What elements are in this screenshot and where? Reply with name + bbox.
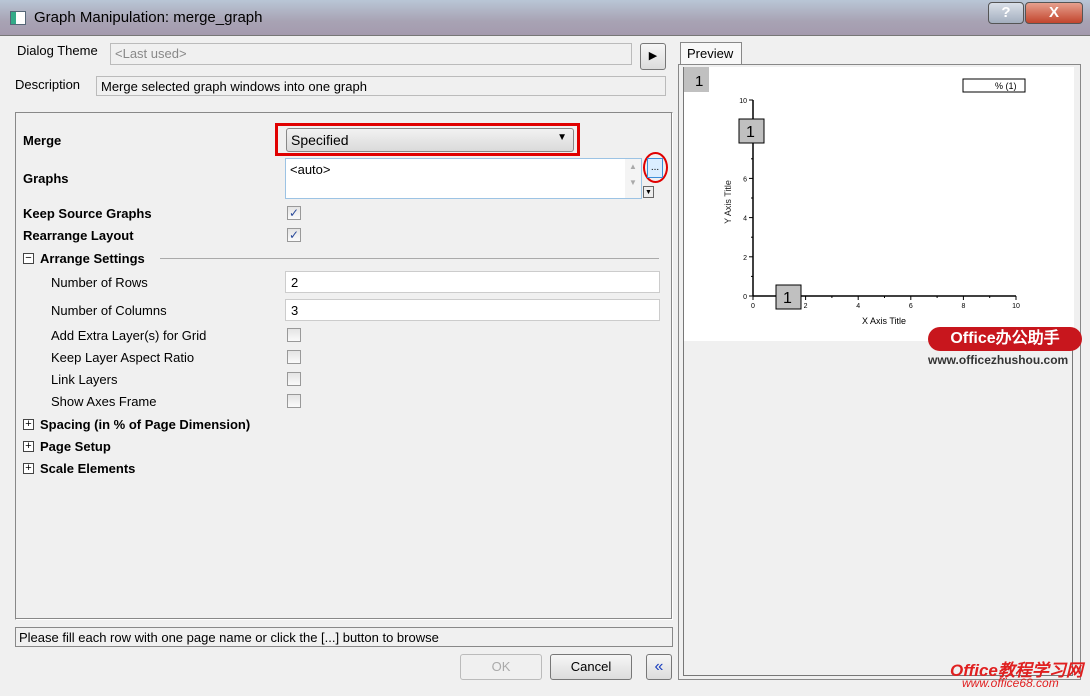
extra-layers-label: Add Extra Layer(s) for Grid xyxy=(51,328,207,343)
title-bar: Graph Manipulation: merge_graph ? X xyxy=(0,0,1090,36)
dialog-theme-input[interactable]: <Last used> xyxy=(110,43,632,65)
keep-source-label: Keep Source Graphs xyxy=(23,206,152,221)
page-setup-label[interactable]: Page Setup xyxy=(40,439,111,454)
merge-dropdown[interactable]: Specified ▼ xyxy=(286,128,574,152)
watermark-logo: Office办公助手 xyxy=(928,327,1082,351)
columns-label: Number of Columns xyxy=(51,303,167,318)
app-icon xyxy=(10,11,26,25)
watermark-url-2: www.office68.com xyxy=(962,676,1059,690)
rearrange-checkbox[interactable]: ✓ xyxy=(287,228,301,242)
x-tick-label: 6 xyxy=(909,303,913,310)
rows-label: Number of Rows xyxy=(51,275,148,290)
y-tick-label: 2 xyxy=(743,255,747,262)
status-bar: Please fill each row with one page name … xyxy=(15,627,673,647)
description-label: Description xyxy=(15,77,81,92)
rearrange-label: Rearrange Layout xyxy=(23,228,134,243)
cancel-button[interactable]: Cancel xyxy=(550,654,632,680)
y-tick-label: 10 xyxy=(739,98,747,105)
columns-input[interactable]: 3 xyxy=(285,299,660,321)
arrange-settings-label[interactable]: Arrange Settings xyxy=(40,251,145,266)
x-marker-label: 1 xyxy=(783,290,792,307)
collapse-icon[interactable]: − xyxy=(23,253,34,264)
merge-label: Merge xyxy=(23,133,62,148)
chevron-down-icon: ▼ xyxy=(557,132,567,143)
legend-text: % (1) xyxy=(995,81,1017,91)
close-button[interactable]: X xyxy=(1025,2,1083,24)
axes-frame-checkbox[interactable] xyxy=(287,394,301,408)
graphs-textarea[interactable]: <auto> ▲ ▼ xyxy=(285,158,642,199)
graphs-value: <auto> xyxy=(290,162,331,177)
graphs-scrollbar[interactable]: ▲ ▼ xyxy=(625,159,641,198)
x-tick-label: 0 xyxy=(751,303,755,310)
ok-button[interactable]: OK xyxy=(460,654,542,680)
y-tick-label: 4 xyxy=(743,216,747,223)
link-layers-checkbox[interactable] xyxy=(287,372,301,386)
extra-layers-checkbox[interactable] xyxy=(287,328,301,342)
y-marker-label: 1 xyxy=(746,124,755,141)
graphs-label: Graphs xyxy=(23,171,69,186)
preview-chart: 1 % (1) 02468100246810 X Axis Title Y Ax… xyxy=(684,67,1074,341)
browse-button[interactable]: ... xyxy=(647,158,663,178)
aspect-ratio-checkbox[interactable] xyxy=(287,350,301,364)
theme-menu-button[interactable]: ▶ xyxy=(640,43,666,70)
y-axis-title: Y Axis Title xyxy=(723,180,733,224)
expand-icon[interactable]: + xyxy=(23,419,34,430)
x-axis-title: X Axis Title xyxy=(862,316,906,326)
axes-frame-label: Show Axes Frame xyxy=(51,394,157,409)
spacing-label[interactable]: Spacing (in % of Page Dimension) xyxy=(40,417,250,432)
dialog-theme-label: Dialog Theme xyxy=(17,43,98,58)
collapse-button[interactable]: « xyxy=(646,654,672,680)
play-arrow-icon: ▶ xyxy=(648,50,658,62)
tab-preview[interactable]: Preview xyxy=(680,42,742,65)
y-tick-label: 6 xyxy=(743,176,747,183)
expand-icon[interactable]: + xyxy=(23,463,34,474)
link-layers-label: Link Layers xyxy=(51,372,118,387)
keep-source-checkbox[interactable]: ✓ xyxy=(287,206,301,220)
help-button[interactable]: ? xyxy=(988,2,1024,24)
merge-value: Specified xyxy=(291,132,349,148)
expand-icon[interactable]: + xyxy=(23,441,34,452)
x-tick-label: 8 xyxy=(961,303,965,310)
x-tick-label: 2 xyxy=(804,303,808,310)
watermark-url: www.officezhushou.com xyxy=(928,353,1069,367)
x-tick-label: 10 xyxy=(1012,303,1020,310)
y-tick-label: 0 xyxy=(743,294,747,301)
x-tick-label: 4 xyxy=(856,303,860,310)
layer-number: 1 xyxy=(695,73,703,90)
section-divider xyxy=(160,258,659,259)
window-title: Graph Manipulation: merge_graph xyxy=(34,9,263,26)
scale-elements-label[interactable]: Scale Elements xyxy=(40,461,135,476)
aspect-ratio-label: Keep Layer Aspect Ratio xyxy=(51,350,195,365)
rows-input[interactable]: 2 xyxy=(285,271,660,293)
graphs-dropdown-button[interactable]: ▼ xyxy=(643,186,654,198)
description-text: Merge selected graph windows into one gr… xyxy=(96,76,666,96)
